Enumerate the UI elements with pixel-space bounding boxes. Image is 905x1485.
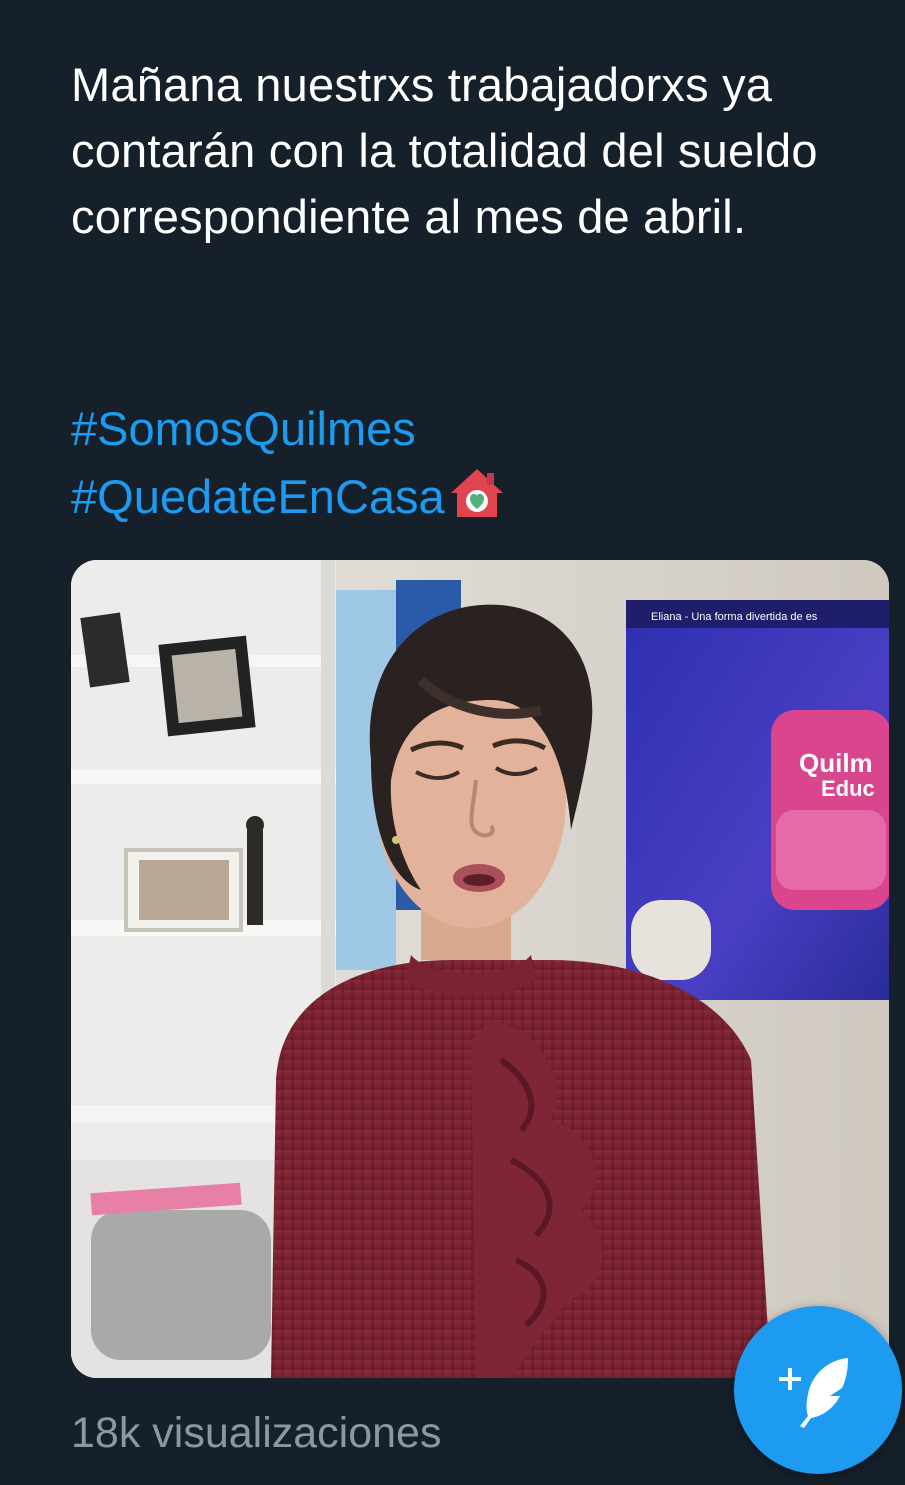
tweet-text: Mañana nuestrxs trabajadorxs ya contarán… (71, 52, 871, 250)
hashtag-quedateencasa[interactable]: #QuedateEnCasa (71, 463, 505, 537)
screen-text-line2: Educ (821, 776, 875, 801)
view-count: 18k visualizaciones (71, 1409, 442, 1457)
screen-text-line1: Quilm (799, 748, 873, 778)
hashtag-quedateencasa-label: #QuedateEnCasa (71, 470, 445, 523)
tweet-body: Mañana nuestrxs trabajadorxs ya contarán… (71, 58, 818, 243)
hashtag-somosquilmes[interactable]: #SomosQuilmes (71, 395, 505, 463)
hashtag-list: #SomosQuilmes #QuedateEnCasa (71, 395, 505, 537)
video-thumbnail[interactable]: Eliana - Una forma divertida de es Quilm… (71, 560, 889, 1378)
compose-tweet-button[interactable] (734, 1306, 902, 1474)
screen-banner-text: Eliana - Una forma divertida de es (651, 611, 818, 623)
video-frame-image: Eliana - Una forma divertida de es Quilm… (71, 560, 889, 1378)
house-emoji-icon (449, 467, 505, 537)
compose-tweet-icon (779, 1358, 848, 1428)
